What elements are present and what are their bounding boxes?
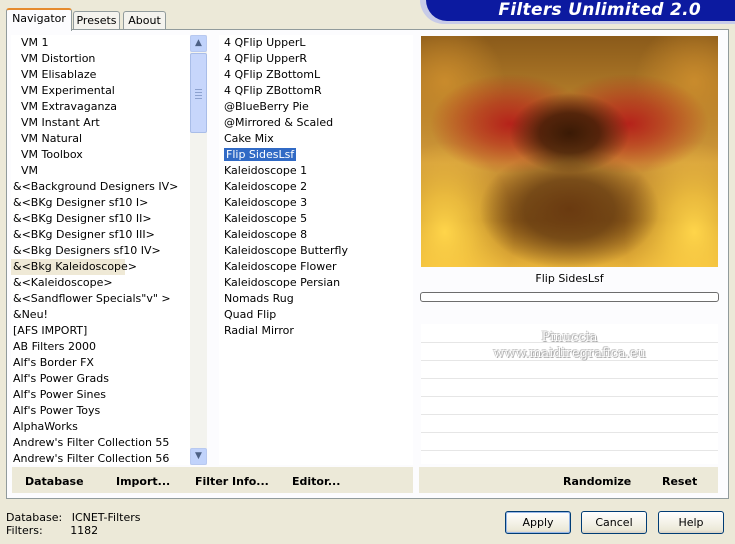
chevron-up-icon[interactable]: ▲ [190, 35, 207, 52]
category-item[interactable]: &<Background Designers IV> [11, 179, 192, 195]
category-item[interactable]: Andrew's Filter Collection 55 [11, 435, 192, 451]
filter-item[interactable]: @Mirrored & Scaled [219, 115, 413, 131]
category-item[interactable]: &<Sandflower Specials"v" > [11, 291, 192, 307]
toolbar-right: Randomize Reset [419, 467, 718, 493]
preview-label: Flip SidesLsf [535, 272, 604, 285]
filter-item[interactable]: Radial Mirror [219, 323, 413, 339]
filter-item[interactable]: Flip SidesLsf [219, 147, 413, 163]
database-button[interactable]: Database [25, 475, 84, 488]
watermark-line2: www.maidiregrafica.eu [493, 346, 646, 361]
filter-list[interactable]: 4 QFlip UpperL 4 QFlip UpperR 4 QFlip ZBot… [219, 35, 413, 465]
filter-item[interactable]: Kaleidoscope 3 [219, 195, 413, 211]
filter-item[interactable]: Cake Mix [219, 131, 413, 147]
tab-navigator[interactable]: Navigator [6, 8, 72, 31]
category-item[interactable]: &<BKg Designer sf10 III> [11, 227, 192, 243]
category-item[interactable]: &<BKg Designer sf10 I> [11, 195, 192, 211]
watermark: Pinuccia www.maidiregrafica.eu [421, 330, 718, 362]
import-button[interactable]: Import... [116, 475, 170, 488]
help-button[interactable]: Help [658, 511, 724, 534]
category-item[interactable]: VM Distortion [11, 51, 192, 67]
filter-item[interactable]: Kaleidoscope 8 [219, 227, 413, 243]
category-list[interactable]: VM 1 VM Distortion VM Elisablaze VM Experim… [11, 35, 192, 465]
filter-info-button[interactable]: Filter Info... [195, 475, 269, 488]
category-item[interactable]: VM Extravaganza [11, 99, 192, 115]
tab-about[interactable]: About [123, 11, 166, 30]
filter-item[interactable]: 4 QFlip UpperL [219, 35, 413, 51]
category-item[interactable]: Alf's Power Sines [11, 387, 192, 403]
chevron-down-icon[interactable]: ▼ [190, 448, 207, 465]
filter-item[interactable]: Kaleidoscope 1 [219, 163, 413, 179]
cancel-button[interactable]: Cancel [581, 511, 647, 534]
category-item[interactable]: AB Filters 2000 [11, 339, 192, 355]
filter-item[interactable]: 4 QFlip UpperR [219, 51, 413, 67]
reset-button[interactable]: Reset [662, 475, 697, 488]
category-item[interactable]: &<Bkg Designers sf10 IV> [11, 243, 192, 259]
category-item[interactable]: &<Bkg Kaleidoscope> [11, 259, 137, 275]
category-item[interactable]: VM Toolbox [11, 147, 192, 163]
editor-button[interactable]: Editor... [292, 475, 340, 488]
status-database: Database: ICNET-Filters [6, 511, 141, 524]
filter-item[interactable]: Quad Flip [219, 307, 413, 323]
category-item[interactable]: &<Kaleidoscope> [11, 275, 192, 291]
category-item[interactable]: Alf's Power Toys [11, 403, 192, 419]
filter-item[interactable]: Nomads Rug [219, 291, 413, 307]
category-scrollbar[interactable]: ▲ ▼ [190, 35, 207, 465]
category-item[interactable]: VM Natural [11, 131, 192, 147]
apply-button[interactable]: Apply [505, 511, 571, 534]
filter-item[interactable]: 4 QFlip ZBottomR [219, 83, 413, 99]
category-item[interactable]: VM 1 [11, 35, 192, 51]
category-item[interactable]: Alf's Border FX [11, 355, 192, 371]
filter-item[interactable]: 4 QFlip ZBottomL [219, 67, 413, 83]
category-item[interactable]: &Neu! [11, 307, 192, 323]
app-title-banner: Filters Unlimited 2.0 [426, 0, 735, 21]
category-item[interactable]: &<BKg Designer sf10 II> [11, 211, 192, 227]
scrollbar-thumb[interactable] [190, 53, 207, 133]
status-filters: Filters: 1182 [6, 524, 99, 537]
toolbar-left: Database Import... Filter Info... Editor… [12, 467, 413, 493]
preview-image [421, 36, 718, 267]
category-item[interactable]: Andrew's Filter Collection 56 [11, 451, 192, 467]
progress-bar [420, 292, 719, 302]
randomize-button[interactable]: Randomize [563, 475, 631, 488]
tab-presets[interactable]: Presets [73, 11, 120, 30]
filter-item[interactable]: Kaleidoscope 5 [219, 211, 413, 227]
watermark-line1: Pinuccia [541, 330, 598, 345]
category-item[interactable]: VM Instant Art [11, 115, 192, 131]
filter-item[interactable]: @BlueBerry Pie [219, 99, 413, 115]
category-item[interactable]: VM Elisablaze [11, 67, 192, 83]
filter-item[interactable]: Kaleidoscope 2 [219, 179, 413, 195]
category-item[interactable]: [AFS IMPORT] [11, 323, 192, 339]
category-item[interactable]: VM [11, 163, 192, 179]
category-item[interactable]: VM Experimental [11, 83, 192, 99]
filter-item[interactable]: Kaleidoscope Butterfly [219, 243, 413, 259]
filter-item[interactable]: Kaleidoscope Flower [219, 259, 413, 275]
category-item[interactable]: Alf's Power Grads [11, 371, 192, 387]
category-item[interactable]: AlphaWorks [11, 419, 192, 435]
filter-item[interactable]: Kaleidoscope Persian [219, 275, 413, 291]
